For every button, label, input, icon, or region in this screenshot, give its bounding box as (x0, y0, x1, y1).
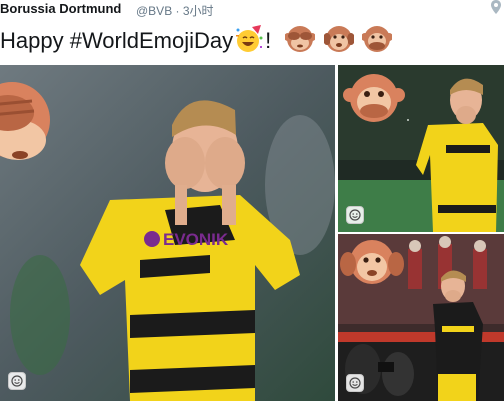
tweet-text-main: Happy #WorldEmojiDay (0, 28, 234, 53)
photo-bottom-right[interactable] (338, 234, 504, 401)
see-no-evil-monkey-emoji (285, 26, 316, 52)
tweet-text: Happy #WorldEmojiDay ! (0, 24, 393, 54)
smiley-sticker-icon[interactable] (346, 374, 364, 392)
handle-and-time[interactable]: @BVB · 3小时 (136, 2, 214, 19)
location-pin-icon[interactable] (490, 0, 502, 14)
party-face-emoji (236, 25, 263, 52)
jersey-sponsor-text: EVONIK (163, 230, 229, 249)
photo-main[interactable]: EVONIK (0, 65, 335, 401)
smiley-sticker-icon[interactable] (346, 206, 364, 224)
hear-no-evil-monkey-emoji (323, 26, 354, 52)
photo-main-image: EVONIK (0, 65, 335, 401)
author-name[interactable]: Borussia Dortmund (0, 1, 121, 16)
smiley-sticker-icon[interactable] (8, 372, 26, 390)
speak-no-evil-monkey-emoji (361, 26, 392, 52)
tweet-text-exclamation: ! (265, 28, 272, 53)
photo-top-right[interactable] (338, 65, 504, 232)
tweet-header: Borussia Dortmund @BVB · 3小时 (0, 0, 504, 18)
